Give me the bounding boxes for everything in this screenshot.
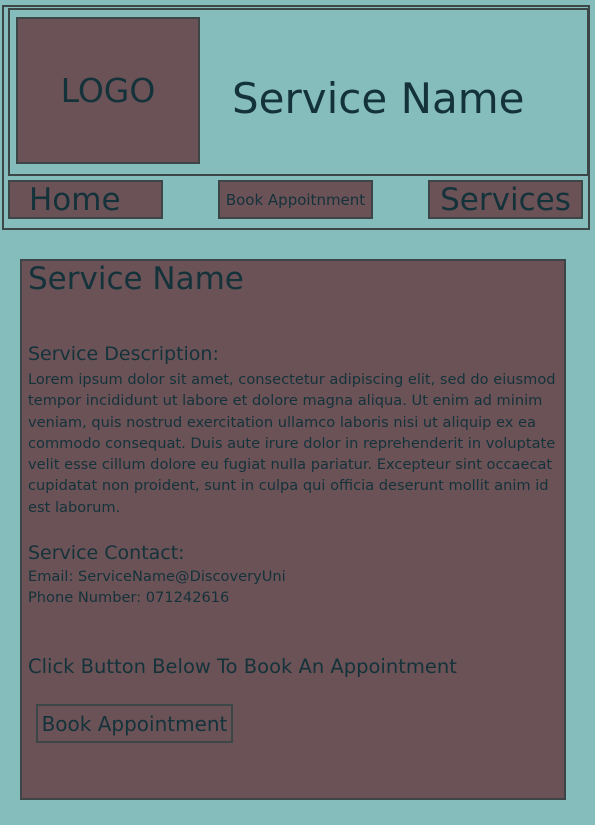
header-banner: LOGO Service Name xyxy=(8,8,589,176)
nav-home-button[interactable]: Home xyxy=(8,180,163,219)
nav-book-appointment-button[interactable]: Book Appoitnment xyxy=(218,180,373,219)
site-title: Service Name xyxy=(232,74,525,123)
description-text: Lorem ipsum dolor sit amet, consectetur … xyxy=(28,371,556,516)
page-title: Service Name xyxy=(28,261,244,297)
logo-text: LOGO xyxy=(60,71,156,110)
nav-home-label: Home xyxy=(29,181,121,218)
book-appointment-button[interactable]: Book Appointment xyxy=(36,704,233,743)
contact-email: Email: ServiceName@DiscoveryUni xyxy=(28,568,286,585)
nav-book-label: Book Appoitnment xyxy=(225,190,366,209)
nav-services-label: Services xyxy=(440,181,571,218)
booking-instruction: Click Button Below To Book An Appointmen… xyxy=(28,655,457,678)
nav-services-button[interactable]: Services xyxy=(428,180,583,219)
logo[interactable]: LOGO xyxy=(16,17,200,164)
contact-phone: Phone Number: 071242616 xyxy=(28,589,230,606)
contact-heading: Service Contact: xyxy=(28,542,185,564)
description-heading: Service Description: xyxy=(28,343,219,365)
service-panel: Service Name Service Description: Lorem … xyxy=(20,259,566,800)
book-appointment-label: Book Appointment xyxy=(41,711,228,736)
